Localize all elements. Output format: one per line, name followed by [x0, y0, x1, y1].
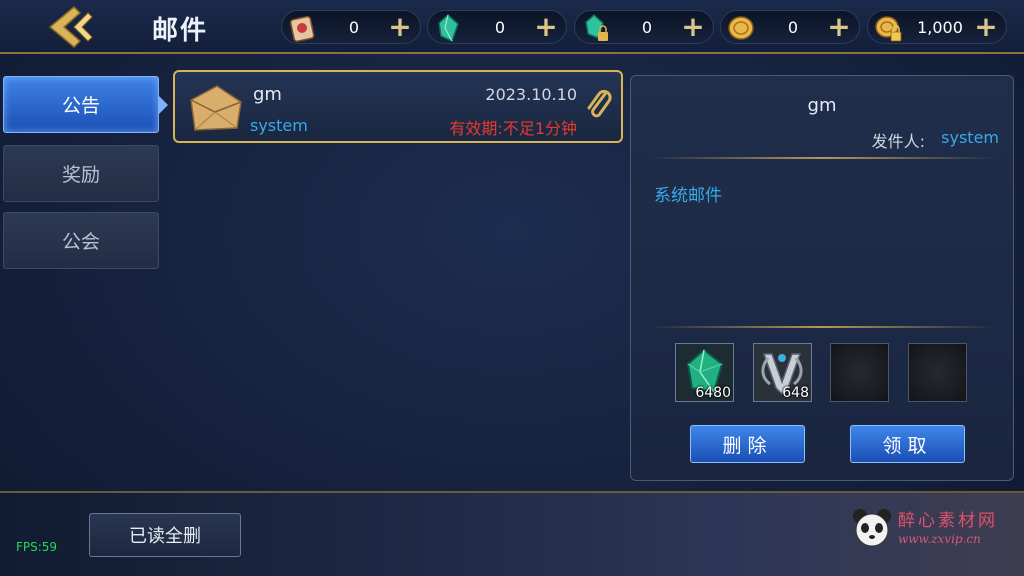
resource-value: 0	[494, 18, 506, 37]
divider	[649, 157, 997, 159]
resource-green-gem: 0 +	[427, 10, 567, 44]
resource-value: 0	[787, 18, 799, 37]
locked-green-gem-icon	[585, 14, 608, 41]
mail-sender: gm	[253, 84, 282, 105]
attachment-quantity: 648	[782, 385, 809, 401]
watermark-url: www.zxvip.cn	[898, 532, 981, 546]
envelope-icon	[190, 85, 242, 131]
attachment-quantity: 6480	[695, 385, 731, 401]
back-button[interactable]	[40, 4, 100, 50]
delete-button[interactable]: 删除	[690, 425, 805, 463]
paperclip-icon	[587, 89, 612, 118]
mail-origin: system	[250, 116, 308, 135]
attachment-slot[interactable]: 648	[753, 343, 812, 402]
active-tab-pointer	[159, 96, 168, 114]
divider	[649, 326, 997, 328]
resource-scroll-ticket: 0 +	[281, 10, 421, 44]
sender-value: system	[941, 128, 999, 147]
gold-coin-icon	[728, 16, 754, 40]
add-resource-button[interactable]: +	[679, 13, 707, 42]
resource-value: 0	[641, 18, 653, 37]
detail-title: gm	[807, 95, 837, 116]
watermark: 醉心素材网 www.zxvip.cn	[850, 502, 1020, 552]
add-resource-button[interactable]: +	[532, 13, 560, 42]
add-resource-button[interactable]: +	[386, 13, 414, 42]
add-resource-button[interactable]: +	[972, 13, 1000, 42]
attachment-slot-empty	[830, 343, 889, 402]
watermark-title: 醉心素材网	[898, 511, 998, 531]
fps-counter: FPS:59	[16, 540, 58, 554]
mail-expiry: 有效期:不足1分钟	[449, 119, 577, 138]
mail-list-item[interactable]: gm 2023.10.10 system 有效期:不足1分钟	[173, 70, 623, 143]
page-title: 邮件	[152, 16, 209, 46]
tab-rewards[interactable]: 奖励	[3, 145, 159, 202]
delete-all-read-button[interactable]: 已读全删	[89, 513, 241, 557]
mail-detail-panel: gm 发件人: system 系统邮件 6480 648 删除 领取	[630, 75, 1014, 481]
tab-guild[interactable]: 公会	[3, 212, 159, 269]
resource-value: 0	[348, 18, 360, 37]
add-resource-button[interactable]: +	[825, 13, 853, 42]
resource-locked-gold-coin: 1,000 +	[867, 10, 1007, 44]
panda-logo-icon	[853, 509, 891, 547]
attachment-slot[interactable]: 6480	[675, 343, 734, 402]
tab-announcement[interactable]: 公告	[3, 76, 159, 133]
resource-value: 1,000	[917, 18, 963, 37]
resource-locked-green-gem: 0 +	[574, 10, 714, 44]
mail-date: 2023.10.10	[485, 85, 577, 104]
sender-label: 发件人:	[871, 132, 925, 151]
scroll-ticket-icon	[289, 15, 315, 43]
claim-button[interactable]: 领取	[850, 425, 965, 463]
locked-gold-coin-icon	[875, 16, 902, 42]
attachment-slot-empty	[908, 343, 967, 402]
mail-body: 系统邮件	[654, 186, 722, 206]
resource-gold-coin: 0 +	[720, 10, 860, 44]
top-bar: 邮件 0 + 0 + 0 + 0 + 1,000 +	[0, 0, 1024, 54]
back-arrow-icon	[48, 5, 93, 49]
green-gem-icon	[438, 13, 459, 43]
